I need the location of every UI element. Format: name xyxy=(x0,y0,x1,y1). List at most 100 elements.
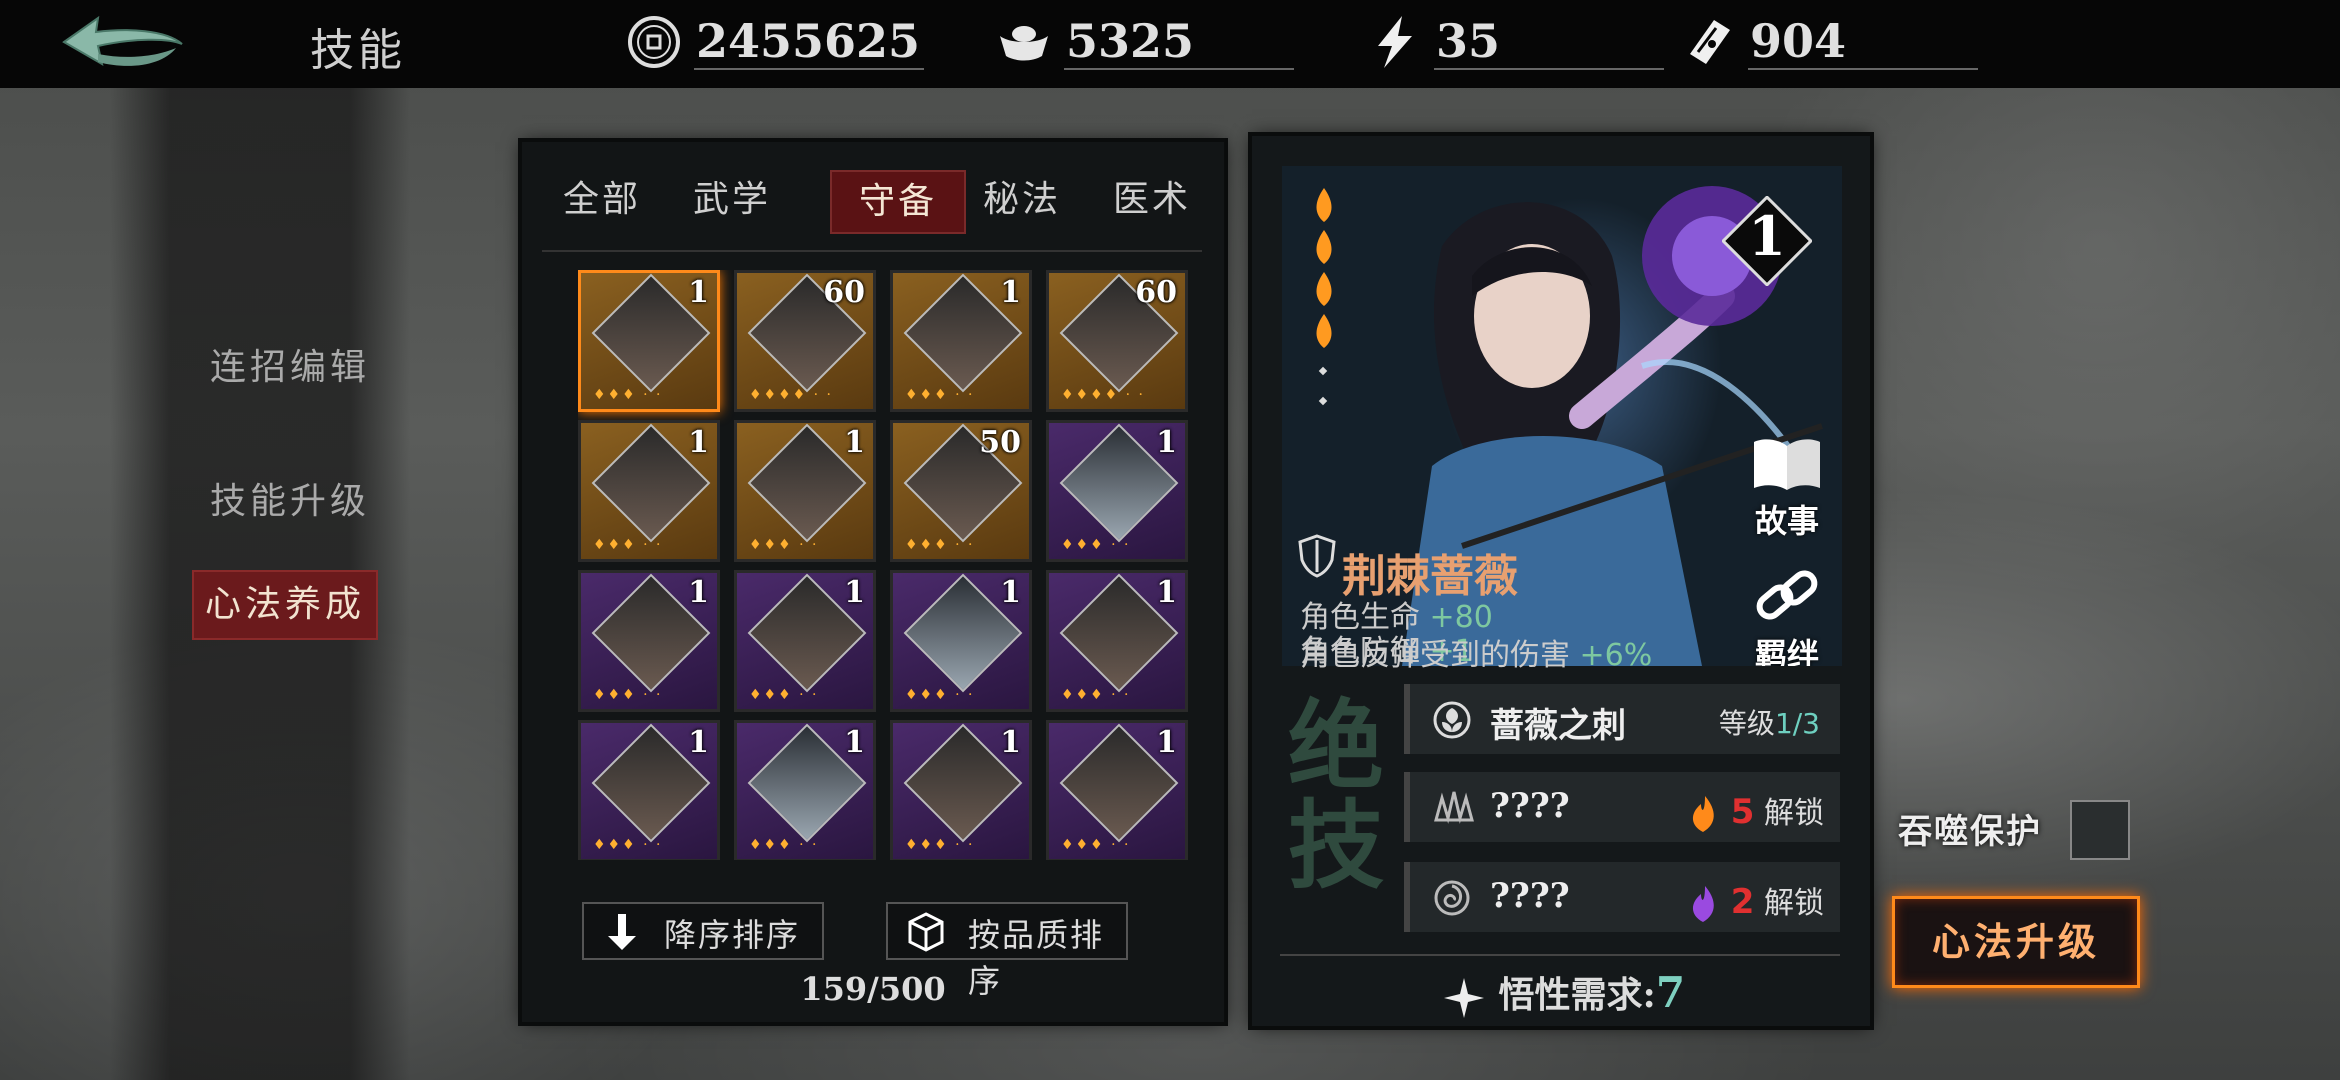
skill-row-3[interactable]: ???? 2 解锁 xyxy=(1404,862,1840,932)
cube-icon xyxy=(908,912,944,952)
coin-value: 2455625 xyxy=(696,14,921,68)
menu-item-skill-upgrade[interactable]: 技能升级 xyxy=(170,472,410,524)
comprehension-requirement: 悟性需求:7 xyxy=(1442,966,1685,1020)
mind-card[interactable]: 1 ♦♦♦ · · xyxy=(578,720,720,860)
flame-rank-icon: ♦♦♦ · · xyxy=(749,687,819,703)
sort-descending-button[interactable]: 降序排序 xyxy=(582,902,824,960)
mind-card[interactable]: 60 ♦♦♦♦ · · xyxy=(734,270,876,412)
skill-row-1[interactable]: 蔷薇之刺 等级1/3 xyxy=(1404,684,1840,754)
page-title: 技能 xyxy=(310,25,406,76)
mind-card[interactable]: 1 ♦♦♦ · · xyxy=(1046,720,1188,860)
menu-item-mind-cultivate[interactable]: 心法养成 xyxy=(192,570,378,640)
orange-flame-icon xyxy=(1693,795,1714,832)
mind-level: 1 xyxy=(1748,204,1786,268)
story-button[interactable]: 故事 xyxy=(1742,436,1832,542)
thorns-icon xyxy=(1434,791,1474,824)
tab-defense[interactable]: 守备 xyxy=(830,170,966,234)
skill-row-2[interactable]: ???? 5 解锁 xyxy=(1404,772,1840,842)
shield-icon xyxy=(1298,534,1336,578)
card-count: 1 xyxy=(844,725,865,760)
mind-card[interactable]: 1 ♦♦♦ · · xyxy=(578,270,720,412)
card-count: 1 xyxy=(1000,275,1021,310)
mind-card[interactable]: 1 ♦♦♦ · · xyxy=(734,570,876,712)
inventory-count: 159/500 xyxy=(800,970,946,1008)
card-count: 1 xyxy=(1000,725,1021,760)
skill-1-level: 等级1/3 xyxy=(1719,702,1820,742)
mind-detail-panel: 1 故事 羁绊 荆棘蔷薇 角色生命 +80 角色防御 +1 角色反弹受到的伤害 … xyxy=(1252,136,1870,1026)
card-count: 1 xyxy=(844,425,865,460)
card-count: 1 xyxy=(688,575,709,610)
mind-card[interactable]: 60 ♦♦♦♦ · · xyxy=(1046,270,1188,412)
divider xyxy=(1434,68,1664,70)
card-count: 60 xyxy=(823,275,865,310)
skill-3-req-label: 解锁 xyxy=(1764,886,1824,921)
card-count: 50 xyxy=(979,425,1021,460)
flame-rank-icon: ♦♦♦ · · xyxy=(593,687,663,703)
card-count: 1 xyxy=(1156,725,1177,760)
comprehension-label: 悟性需求: xyxy=(1498,974,1656,1016)
flame-rank-icon: ♦♦♦ · · xyxy=(905,687,975,703)
skill-2-req-label: 解锁 xyxy=(1764,796,1824,831)
back-arrow-icon xyxy=(62,15,183,67)
tab-all[interactable]: 全部 xyxy=(542,170,662,230)
ticket-icon xyxy=(1690,20,1730,64)
tab-secret-art[interactable]: 秘法 xyxy=(962,170,1082,230)
mind-card[interactable]: 1 ♦♦♦ · · xyxy=(1046,420,1188,562)
sort-descending-label: 降序排序 xyxy=(664,916,801,954)
flame-rank-icon: ♦♦♦ · · xyxy=(1061,687,1131,703)
energy-counter: 35 xyxy=(1366,8,1666,78)
story-label: 故事 xyxy=(1754,502,1819,540)
mind-list-panel: 全部 武学 守备 秘法 医术 1 ♦♦♦ · · 60 ♦♦♦♦ · · 1 ♦♦♦ · … xyxy=(522,142,1224,1022)
tab-martial[interactable]: 武学 xyxy=(672,170,792,230)
mind-card-grid: 1 ♦♦♦ · · 60 ♦♦♦♦ · · 1 ♦♦♦ · · 60 ♦♦♦♦ · · 1 ♦♦♦… xyxy=(578,270,1190,860)
flame-rank-icon: ♦♦♦♦ · · xyxy=(1061,387,1146,403)
chain-link-icon xyxy=(1756,570,1818,620)
mind-card[interactable]: 1 ♦♦♦ · · xyxy=(734,720,876,860)
mind-card[interactable]: 1 ♦♦♦ · · xyxy=(578,420,720,562)
tab-divider xyxy=(542,250,1202,252)
lightning-icon xyxy=(1378,16,1412,68)
flame-rank-icon: ♦♦♦ · · xyxy=(593,837,663,853)
coin-counter: 2455625 xyxy=(626,8,926,78)
flame-rank-icon: ♦♦♦ · · xyxy=(1061,537,1131,553)
stat-reflect: 角色反弹受到的伤害 +6% xyxy=(1300,630,1652,674)
character-portrait: 1 故事 羁绊 荆棘蔷薇 角色生命 +80 角色防御 +1 xyxy=(1282,166,1842,666)
mind-card[interactable]: 1 ♦♦♦ · · xyxy=(578,570,720,712)
coin-icon xyxy=(628,16,680,68)
mind-card[interactable]: 1 ♦♦♦ · · xyxy=(890,720,1032,860)
skill-1-level-label: 等级 xyxy=(1718,707,1775,740)
mind-upgrade-button[interactable]: 心法升级 xyxy=(1892,896,2140,988)
divider xyxy=(1064,68,1294,70)
swirl-icon xyxy=(1434,880,1470,916)
ingot-value: 5325 xyxy=(1066,14,1195,68)
purple-flame-icon xyxy=(1693,885,1714,922)
skill-1-name: 蔷薇之刺 xyxy=(1490,706,1626,746)
back-button[interactable] xyxy=(58,14,188,74)
stat-reflect-bonus: +6% xyxy=(1579,638,1653,673)
tab-medicine[interactable]: 医术 xyxy=(1092,170,1212,230)
flame-rank-icon: ♦♦♦♦ · · xyxy=(749,387,834,403)
devour-protect-checkbox[interactable] xyxy=(2070,800,2130,860)
card-count: 1 xyxy=(844,575,865,610)
detail-divider xyxy=(1280,954,1840,956)
mind-card[interactable]: 1 ♦♦♦ · · xyxy=(890,570,1032,712)
menu-item-combo-edit[interactable]: 连招编辑 xyxy=(170,338,410,390)
top-bar: 技能 2455625 5325 35 904 xyxy=(0,0,2340,88)
card-count: 1 xyxy=(688,425,709,460)
skill-3-unlock: 2 解锁 xyxy=(1687,878,1824,924)
mind-card[interactable]: 1 ♦♦♦ · · xyxy=(890,270,1032,412)
flame-rank-icon: ♦♦♦ · · xyxy=(749,837,819,853)
mind-card[interactable]: 50 ♦♦♦ · · xyxy=(890,420,1032,562)
mind-card[interactable]: 1 ♦♦♦ · · xyxy=(734,420,876,562)
mind-card[interactable]: 1 ♦♦♦ · · xyxy=(1046,570,1188,712)
flame-stars-icon xyxy=(1316,188,1332,406)
card-count: 1 xyxy=(1156,425,1177,460)
bond-button[interactable]: 羁绊 xyxy=(1742,566,1832,666)
flame-rank-icon: ♦♦♦ · · xyxy=(905,537,975,553)
skill-2-unlock: 5 解锁 xyxy=(1687,788,1824,834)
flame-rank-icon: ♦♦♦ · · xyxy=(593,537,663,553)
card-count: 1 xyxy=(1000,575,1021,610)
skill-3-req-num: 2 xyxy=(1730,882,1755,922)
sort-quality-button[interactable]: 按品质排序 xyxy=(886,902,1128,1000)
bond-label: 羁绊 xyxy=(1754,636,1819,666)
